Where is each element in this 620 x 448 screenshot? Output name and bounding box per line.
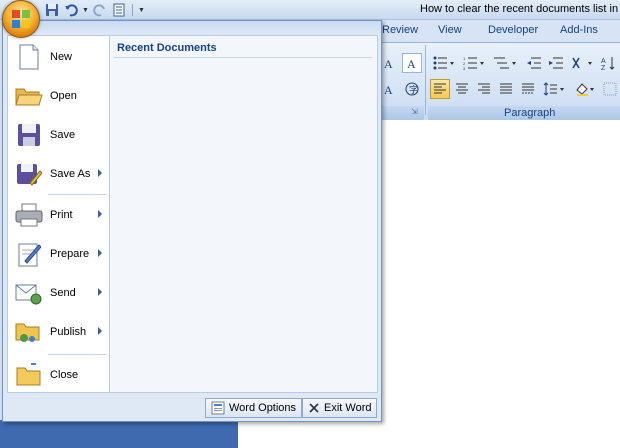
numbering-icon[interactable]: 123 bbox=[460, 53, 488, 73]
open-folder-icon bbox=[14, 81, 44, 111]
send-icon bbox=[14, 278, 44, 308]
prepare-icon bbox=[14, 239, 44, 269]
svg-text:字: 字 bbox=[409, 84, 418, 95]
menu-separator bbox=[48, 354, 106, 355]
tab-add-ins[interactable]: Add-Ins bbox=[560, 24, 598, 36]
submenu-arrow-icon bbox=[98, 210, 102, 218]
multilevel-list-icon[interactable] bbox=[490, 53, 520, 73]
word-options-label: Word Options bbox=[229, 402, 297, 414]
menu-item-label: Prepare bbox=[50, 248, 90, 260]
recent-documents-panel: Recent Documents bbox=[110, 35, 378, 393]
office-menu: New Open Save Save As Print Prepare Send… bbox=[2, 20, 382, 422]
menu-item-send[interactable]: Send bbox=[8, 274, 109, 312]
recent-documents-divider bbox=[114, 57, 372, 58]
menu-item-label: Close bbox=[50, 369, 79, 381]
tab-developer[interactable]: Developer bbox=[488, 24, 538, 36]
new-document-icon bbox=[14, 42, 44, 72]
svg-text:Z: Z bbox=[601, 65, 606, 71]
line-spacing-icon[interactable] bbox=[540, 79, 568, 99]
svg-text:3: 3 bbox=[463, 66, 466, 70]
align-right-icon[interactable] bbox=[474, 79, 494, 99]
menu-item-prepare[interactable]: Prepare bbox=[8, 235, 109, 273]
menu-item-save[interactable]: Save bbox=[8, 116, 109, 154]
menu-item-print[interactable]: Print bbox=[8, 196, 109, 234]
text-effect-icon[interactable]: A bbox=[380, 79, 400, 99]
menu-item-publish[interactable]: Publish bbox=[8, 313, 109, 351]
menu-item-label: Save As bbox=[50, 168, 91, 180]
office-logo-icon bbox=[12, 10, 30, 28]
save-icon[interactable] bbox=[44, 2, 60, 18]
align-left-icon[interactable] bbox=[430, 79, 450, 99]
align-center-icon[interactable] bbox=[452, 79, 472, 99]
svg-text:A: A bbox=[384, 57, 393, 71]
svg-text:A: A bbox=[384, 83, 393, 97]
clear-formatting-icon[interactable]: A bbox=[402, 53, 422, 73]
group-separator bbox=[425, 45, 426, 115]
menu-item-save-as[interactable]: Save As bbox=[8, 155, 109, 193]
menu-item-label: Save bbox=[50, 129, 76, 141]
word-options-button[interactable]: Word Options bbox=[205, 398, 303, 418]
decrease-indent-icon[interactable] bbox=[524, 53, 544, 73]
menu-item-open[interactable]: Open bbox=[8, 77, 109, 115]
bullets-icon[interactable] bbox=[430, 53, 458, 73]
font-dialog-launcher-icon[interactable]: ⇲ bbox=[411, 107, 418, 116]
quick-access-toolbar: ▼ ▼ bbox=[44, 2, 145, 18]
submenu-arrow-icon bbox=[98, 249, 102, 257]
menu-top-strip bbox=[3, 21, 381, 35]
borders-icon[interactable] bbox=[600, 79, 620, 99]
menu-item-label: Publish bbox=[50, 326, 87, 338]
window-title: How to clear the recent documents list i… bbox=[420, 3, 619, 15]
publish-icon bbox=[14, 317, 44, 347]
paragraph-group-label: Paragraph bbox=[504, 107, 556, 119]
enclose-characters-icon[interactable]: 字 bbox=[402, 79, 422, 99]
justify-icon[interactable] bbox=[496, 79, 516, 99]
svg-text:A: A bbox=[601, 58, 606, 65]
save-disk-icon bbox=[14, 120, 44, 150]
sort-icon[interactable]: AZ bbox=[598, 53, 618, 73]
word-options-icon bbox=[211, 401, 225, 415]
tab-view[interactable]: View bbox=[438, 24, 462, 36]
shading-icon[interactable] bbox=[572, 79, 598, 99]
distributed-icon[interactable] bbox=[518, 79, 538, 99]
customize-qat-icon[interactable]: ▼ bbox=[138, 7, 145, 14]
close-folder-icon bbox=[14, 360, 44, 390]
menu-item-new[interactable]: New bbox=[8, 38, 109, 76]
recent-documents-title: Recent Documents bbox=[117, 42, 217, 54]
menu-item-label: New bbox=[50, 51, 73, 63]
menu-separator bbox=[48, 194, 106, 195]
exit-word-label: Exit Word bbox=[324, 402, 372, 414]
undo-icon[interactable] bbox=[63, 2, 79, 18]
printer-icon bbox=[14, 200, 44, 230]
exit-icon bbox=[309, 403, 319, 413]
qat-separator bbox=[131, 4, 133, 16]
submenu-arrow-icon bbox=[98, 288, 102, 296]
menu-item-label: Print bbox=[50, 209, 73, 221]
exit-word-button[interactable]: Exit Word bbox=[302, 398, 378, 418]
office-button[interactable] bbox=[2, 0, 40, 38]
ribbon-body: A A A 字 ⇲ 123 AZ Paragraph bbox=[380, 42, 620, 120]
redo-icon[interactable] bbox=[92, 2, 108, 18]
save-as-icon bbox=[14, 159, 44, 189]
menu-item-close[interactable]: Close bbox=[8, 356, 109, 394]
print-preview-icon[interactable] bbox=[111, 2, 127, 18]
title-bar: ▼ ▼ How to clear the recent documents li… bbox=[0, 0, 620, 20]
submenu-arrow-icon bbox=[98, 327, 102, 335]
increase-indent-icon[interactable] bbox=[546, 53, 566, 73]
office-menu-commands: New Open Save Save As Print Prepare Send… bbox=[7, 35, 110, 393]
menu-item-label: Send bbox=[50, 287, 76, 299]
tab-review[interactable]: Review bbox=[382, 24, 418, 36]
status-bar-area bbox=[0, 420, 238, 448]
svg-text:A: A bbox=[407, 57, 416, 71]
ribbon-tabs: Review View Developer Add-Ins bbox=[380, 22, 620, 42]
undo-dropdown-icon[interactable]: ▼ bbox=[82, 7, 89, 14]
chinese-layout-icon[interactable] bbox=[568, 53, 596, 73]
menu-item-label: Open bbox=[50, 90, 77, 102]
font-size-icon[interactable]: A bbox=[380, 53, 400, 73]
submenu-arrow-icon bbox=[98, 169, 102, 177]
